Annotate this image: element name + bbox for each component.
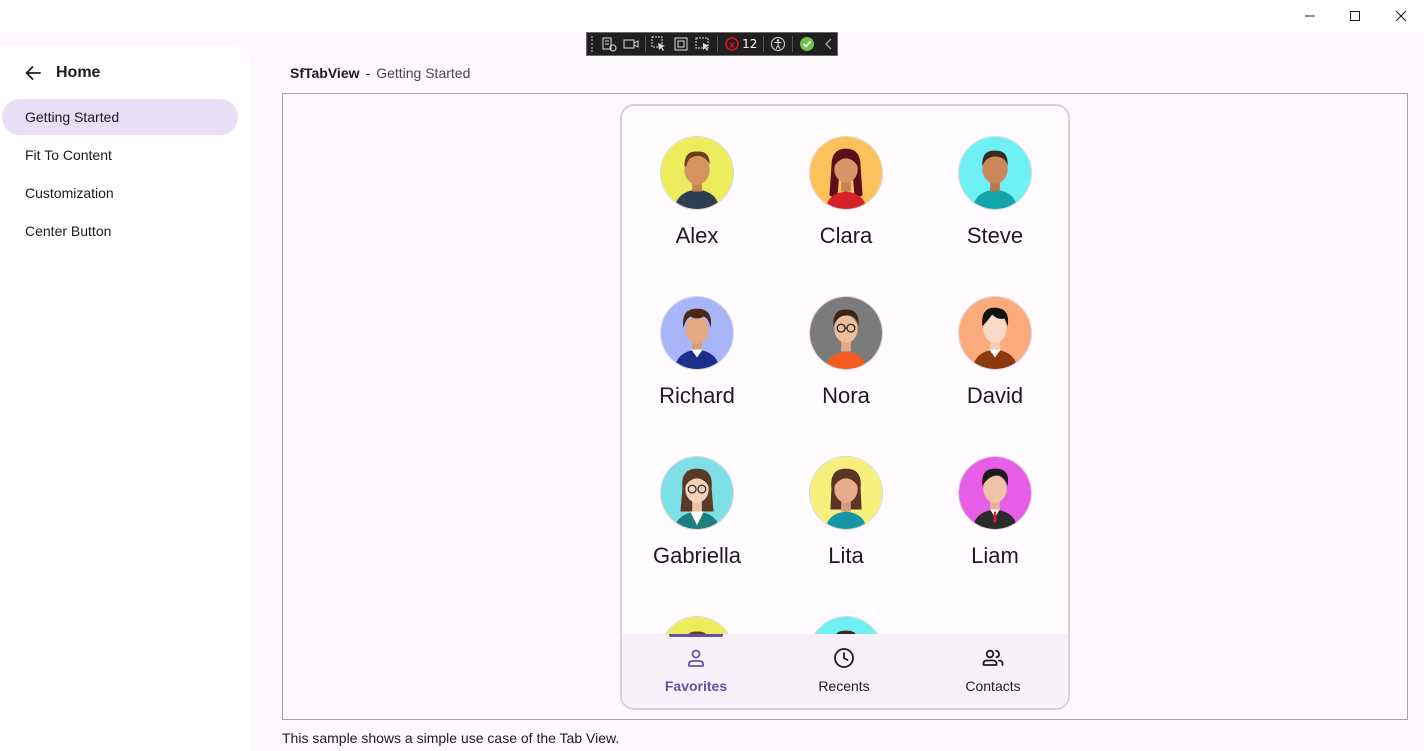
toolbar-separator [717, 36, 719, 52]
close-icon [1395, 10, 1407, 22]
track-focus-button[interactable] [695, 35, 711, 53]
minimize-button[interactable] [1287, 0, 1333, 32]
sample-description: This sample shows a simple use case of t… [282, 730, 620, 746]
binding-failures-button[interactable]: x [724, 35, 740, 53]
toolbar-separator [763, 36, 765, 52]
contact-grid[interactable]: Alex Clara Steve Richard Nora David Gabr… [622, 106, 1068, 636]
tab-label: Favorites [664, 678, 728, 694]
sidebar: Home Getting Started Fit To Content Cust… [0, 46, 250, 751]
toolbar-grip[interactable] [591, 36, 595, 52]
collapse-toolbar-button[interactable] [821, 35, 837, 53]
male-avatar-icon [959, 297, 1031, 369]
contact-name: Nora [822, 383, 870, 408]
avatar [660, 296, 734, 370]
sidebar-item-customization[interactable]: Customization [2, 175, 238, 211]
avatar [660, 616, 734, 636]
avatar [958, 136, 1032, 210]
contact-item-steve[interactable]: Steve [920, 136, 1068, 276]
arrow-left-icon [25, 66, 41, 80]
svg-text:x: x [729, 41, 735, 51]
sidebar-item-fit-to-content[interactable]: Fit To Content [2, 137, 238, 173]
select-element-button[interactable] [651, 35, 667, 53]
person-icon [688, 649, 704, 667]
contact-item-gabriella[interactable]: Gabriella [622, 456, 772, 596]
contact-item-liam[interactable]: Liam [920, 456, 1068, 596]
accessibility-button[interactable] [770, 35, 786, 53]
live-tree-button[interactable] [601, 35, 617, 53]
contact-name: Richard [659, 383, 735, 408]
debug-toolbar: x 12 [586, 32, 838, 56]
avatar [660, 136, 734, 210]
contact-item-nora[interactable]: Nora [771, 296, 921, 436]
avatar [958, 296, 1032, 370]
avatar [809, 136, 883, 210]
binding-error-icon: x [725, 37, 739, 51]
back-home-button[interactable]: Home [24, 62, 100, 84]
avatar [809, 456, 883, 530]
breadcrumb: SfTabView - Getting Started [290, 64, 470, 82]
tab-contacts[interactable]: Contacts [919, 634, 1067, 708]
video-camera-icon [623, 39, 639, 49]
avatar [958, 456, 1032, 530]
female-avatar-icon [810, 457, 882, 529]
contact-item-david[interactable]: David [920, 296, 1068, 436]
tab-recents[interactable]: Recents [770, 634, 918, 708]
tab-view: Alex Clara Steve Richard Nora David Gabr… [620, 104, 1070, 710]
avatar [809, 616, 883, 636]
contact-item-alex[interactable]: Alex [622, 136, 772, 276]
avatar [809, 296, 883, 370]
contact-name: David [966, 383, 1024, 408]
record-button[interactable] [623, 35, 639, 53]
hot-reload-status[interactable] [799, 35, 815, 53]
maximize-icon [1350, 11, 1360, 21]
tab-bar: Favorites Recents Contacts [622, 634, 1068, 708]
accessibility-icon [771, 37, 786, 51]
binding-error-count: 12 [742, 37, 758, 51]
contact-item-richard[interactable]: Richard [622, 296, 772, 436]
close-button[interactable] [1378, 0, 1424, 32]
track-focus-icon [695, 37, 710, 51]
contact-name: Lita [828, 543, 864, 568]
clock-icon [834, 648, 854, 668]
male-avatar-icon [959, 457, 1031, 529]
tab-label: Recents [818, 678, 870, 694]
contact-name: Liam [971, 543, 1019, 568]
male-avatar-icon [661, 297, 733, 369]
control-title: SfTabView [290, 65, 360, 81]
female-avatar-icon [661, 457, 733, 529]
checkmark-circle-icon [799, 37, 814, 51]
breadcrumb-separator: - [365, 65, 371, 81]
avatar [660, 456, 734, 530]
contact-name: Alex [675, 223, 719, 248]
cursor-select-icon [651, 36, 666, 51]
window-titlebar [0, 0, 1424, 32]
contact-item-lita[interactable]: Lita [771, 456, 921, 596]
male-avatar-icon [959, 137, 1031, 209]
display-layout-button[interactable] [673, 35, 689, 53]
toolbar-separator [792, 36, 793, 52]
sidebar-item-center-button[interactable]: Center Button [2, 213, 238, 249]
female-avatar-icon [810, 137, 882, 209]
maximize-button[interactable] [1332, 0, 1378, 32]
sidebar-item-getting-started[interactable]: Getting Started [2, 99, 238, 135]
people-icon [982, 649, 1004, 666]
live-visual-tree-icon [602, 37, 617, 52]
chevron-left-icon [825, 38, 832, 50]
minimize-icon [1305, 15, 1315, 17]
contact-name: Gabriella [652, 543, 742, 568]
page-title: Getting Started [376, 65, 471, 81]
layout-adorner-icon [674, 37, 688, 51]
toolbar-separator [644, 36, 646, 52]
home-label: Home [56, 64, 101, 81]
tab-favorites[interactable]: Favorites [622, 634, 770, 708]
contact-name: Steve [966, 223, 1024, 248]
contact-name: Clara [819, 223, 873, 248]
contact-item-clara[interactable]: Clara [771, 136, 921, 276]
contact-item-partial[interactable] [771, 616, 921, 636]
female-avatar-icon [810, 297, 882, 369]
male-avatar-icon [661, 137, 733, 209]
contact-item-partial[interactable] [622, 616, 772, 636]
tab-label: Contacts [965, 678, 1021, 694]
